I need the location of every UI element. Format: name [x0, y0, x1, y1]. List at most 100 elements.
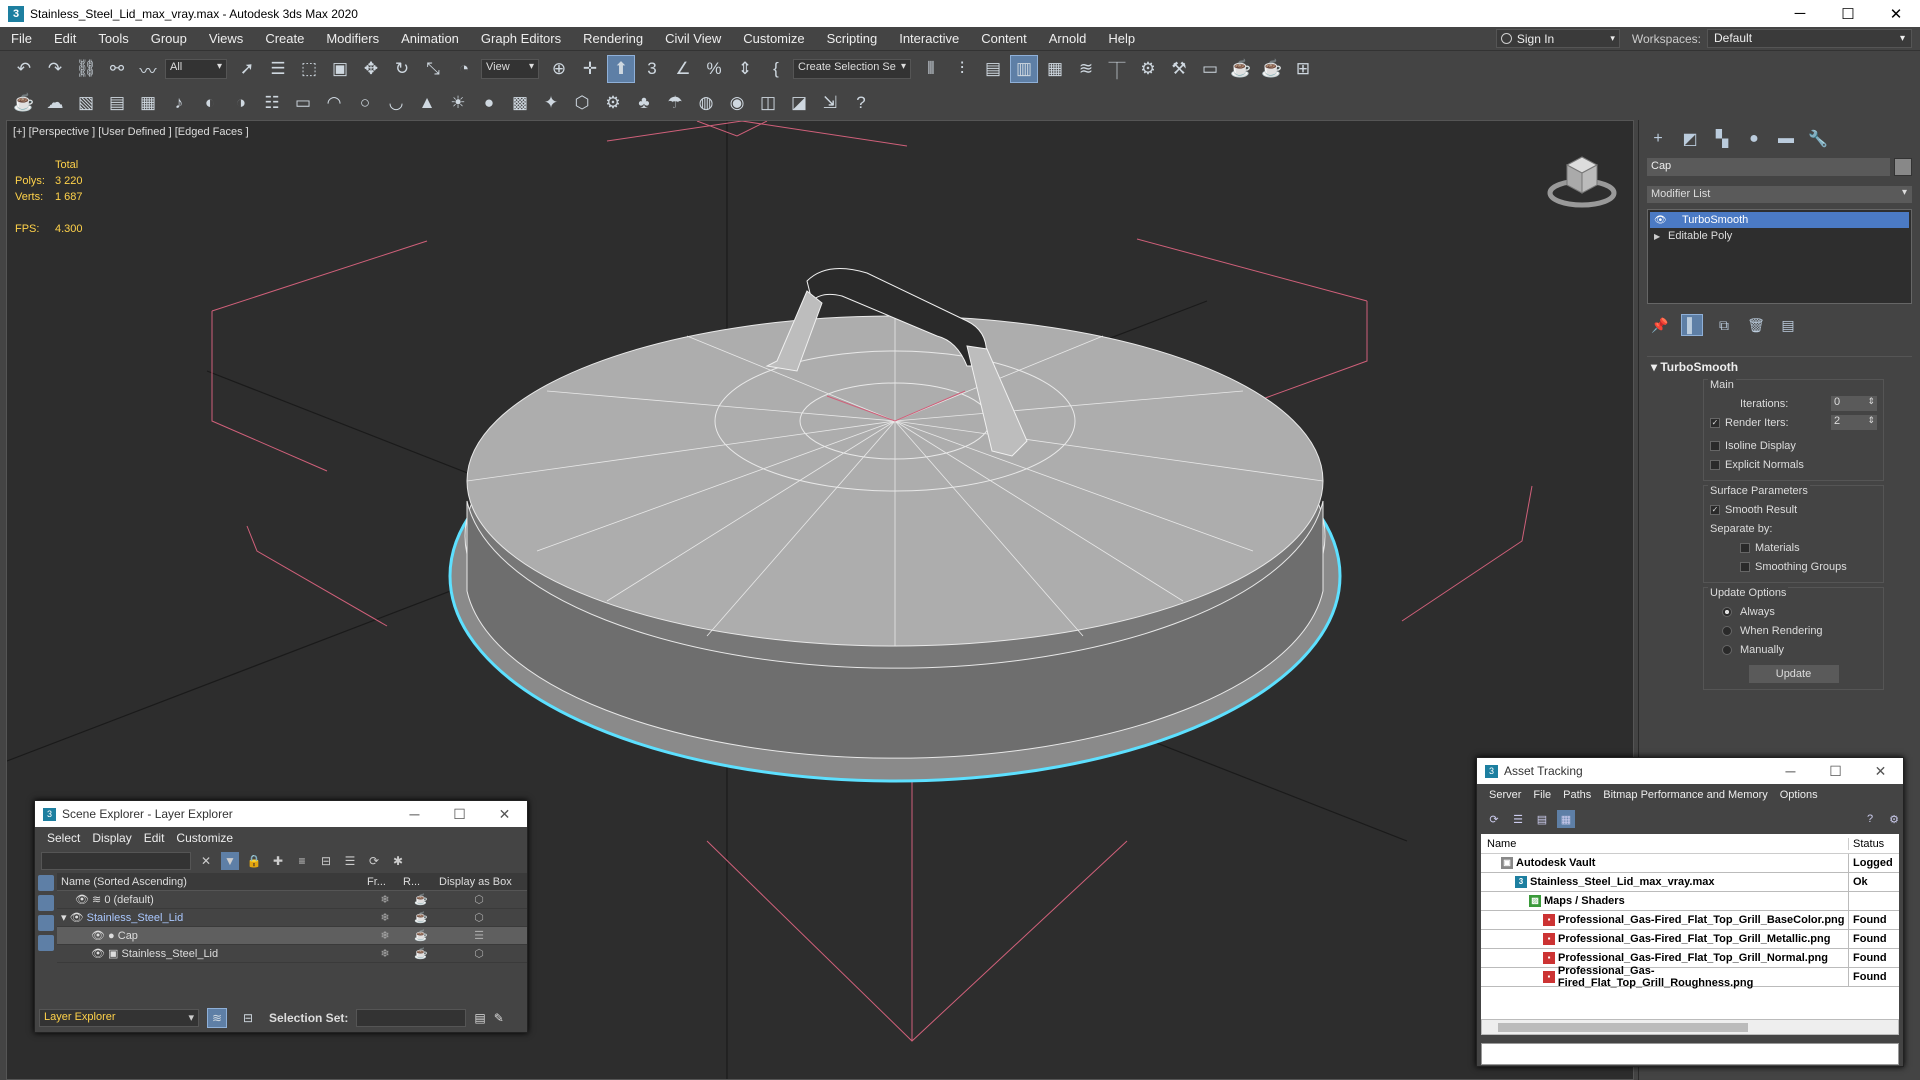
- menu-file[interactable]: File: [0, 27, 43, 51]
- freeze-icon[interactable]: ❄: [367, 911, 403, 924]
- rollout-title[interactable]: ▾ TurboSmooth: [1647, 357, 1912, 377]
- rect-selection-icon[interactable]: ⬚: [295, 55, 323, 83]
- grid-floor-icon[interactable]: ▩: [506, 89, 534, 117]
- when-rendering-radio[interactable]: [1722, 625, 1732, 636]
- motion-tab-icon[interactable]: ●: [1743, 128, 1765, 150]
- hierarchy-tab-icon[interactable]: ▚: [1711, 128, 1733, 150]
- bind-space-warp-icon[interactable]: 〰: [134, 55, 162, 83]
- unlink-icon[interactable]: ⚯: [103, 55, 131, 83]
- grass-icon[interactable]: ♣: [630, 89, 658, 117]
- render-settings-icon[interactable]: ☷: [258, 89, 286, 117]
- smooth-result-checkbox[interactable]: ✓: [1710, 504, 1720, 515]
- modifier-list-select[interactable]: Modifier List: [1647, 186, 1912, 203]
- angle-snap-icon[interactable]: ∠: [669, 55, 697, 83]
- spinner-snap-icon[interactable]: ⇕: [731, 55, 759, 83]
- sphere-light-icon[interactable]: ◑: [227, 89, 255, 117]
- teapot-icon[interactable]: ☕: [10, 89, 38, 117]
- se-menu-select[interactable]: Select: [47, 831, 80, 845]
- menu-scripting[interactable]: Scripting: [816, 27, 889, 51]
- viewport-layout-icon[interactable]: ⊞: [1289, 55, 1317, 83]
- edit-named-selection-icon[interactable]: {: [762, 55, 790, 83]
- column-name[interactable]: Name (Sorted Ascending): [57, 876, 367, 888]
- box-icon[interactable]: ☰: [439, 929, 519, 942]
- column-frozen[interactable]: Fr...: [367, 876, 403, 888]
- eye-icon[interactable]: 👁: [70, 911, 84, 924]
- scale-icon[interactable]: ⤡: [419, 55, 447, 83]
- hdr-icon[interactable]: ☂: [661, 89, 689, 117]
- render-iters-spinner[interactable]: 2: [1831, 415, 1877, 430]
- keyboard-shortcut-override-icon[interactable]: ⬆: [607, 55, 635, 83]
- pivot-icon[interactable]: ⊕: [545, 55, 573, 83]
- ribbon-icon[interactable]: ▦: [1041, 55, 1069, 83]
- named-selection-select[interactable]: Create Selection Se: [793, 59, 911, 79]
- menu-animation[interactable]: Animation: [390, 27, 470, 51]
- box-icon[interactable]: ⬡: [439, 911, 519, 924]
- place-icon[interactable]: ◔: [450, 55, 478, 83]
- display-cameras-icon[interactable]: [38, 935, 54, 951]
- lock-icon[interactable]: 🔒: [245, 852, 263, 870]
- detail-view-icon[interactable]: ▤: [1533, 810, 1551, 828]
- expand-icon[interactable]: ▶: [1654, 232, 1668, 241]
- freeze-icon[interactable]: ❄: [367, 929, 403, 942]
- box-icon[interactable]: ⬡: [439, 947, 519, 960]
- expand-icon[interactable]: ▾: [61, 911, 67, 924]
- eye-icon[interactable]: 👁: [91, 947, 105, 960]
- redo-icon[interactable]: ↷: [41, 55, 69, 83]
- pin-stack-icon[interactable]: 📌: [1649, 314, 1671, 336]
- table-row[interactable]: ▾ 👁 Stainless_Steel_Lid ❄ ☕ ⬡: [57, 909, 527, 927]
- sign-in-dropdown[interactable]: Sign In ▾: [1495, 29, 1620, 48]
- clear-search-icon[interactable]: ✕: [197, 852, 215, 870]
- table-row[interactable]: ▨ Maps / Shaders: [1481, 892, 1899, 911]
- close-icon[interactable]: ✕: [1858, 763, 1903, 780]
- new-layer-icon[interactable]: ✚: [269, 852, 287, 870]
- menu-edit[interactable]: Edit: [43, 27, 87, 51]
- minimize-icon[interactable]: ─: [1768, 763, 1813, 779]
- cone-icon[interactable]: ▲: [413, 89, 441, 117]
- remove-modifier-icon[interactable]: 🗑: [1745, 314, 1767, 336]
- configure-modifier-sets-icon[interactable]: ▤: [1777, 314, 1799, 336]
- refresh-icon[interactable]: ⟳: [1485, 810, 1503, 828]
- column-display-as-box[interactable]: Display as Box: [439, 876, 519, 888]
- table-row[interactable]: ▪ Professional_Gas-Fired_Flat_Top_Grill_B…: [1481, 911, 1899, 930]
- stack-item-turbosmooth[interactable]: 👁 TurboSmooth: [1650, 212, 1909, 228]
- gear-icon[interactable]: ⚙: [599, 89, 627, 117]
- show-end-result-icon[interactable]: ▌: [1681, 314, 1703, 336]
- schematic-view-icon[interactable]: ⏉: [1103, 55, 1131, 83]
- image-icon[interactable]: ▧: [72, 89, 100, 117]
- table-row[interactable]: 3 Stainless_Steel_Lid_max_vray.max Ok: [1481, 873, 1899, 892]
- maximize-icon[interactable]: ☐: [1824, 0, 1872, 27]
- viewport-label[interactable]: [+] [Perspective ] [User Defined ] [Edge…: [13, 126, 249, 138]
- ball-icon[interactable]: ●: [475, 89, 503, 117]
- menu-group[interactable]: Group: [140, 27, 198, 51]
- horizontal-scrollbar[interactable]: [1481, 1019, 1899, 1035]
- iterations-spinner[interactable]: 0: [1831, 396, 1877, 411]
- menu-rendering[interactable]: Rendering: [572, 27, 654, 51]
- explicit-normals-checkbox[interactable]: [1710, 459, 1720, 470]
- menu-interactive[interactable]: Interactive: [888, 27, 970, 51]
- align-icon[interactable]: ⫶: [948, 55, 976, 83]
- explorer-type-select[interactable]: Layer Explorer: [39, 1009, 199, 1027]
- dome-icon[interactable]: ◠: [320, 89, 348, 117]
- reference-coordinate-select[interactable]: View: [481, 59, 539, 79]
- layers-toggle-icon[interactable]: ≋: [207, 1008, 227, 1028]
- menu-customize[interactable]: Customize: [732, 27, 815, 51]
- maximize-icon[interactable]: ☐: [1813, 763, 1858, 780]
- table-row[interactable]: 👁 ≋ 0 (default) ❄ ☕ ⬡: [57, 891, 527, 909]
- render-icon[interactable]: ☕: [1227, 55, 1255, 83]
- window-crossing-icon[interactable]: ▣: [326, 55, 354, 83]
- render-teapot-icon[interactable]: ☕: [403, 893, 439, 906]
- sync-icon[interactable]: ⟳: [365, 852, 383, 870]
- display-tab-icon[interactable]: ▬: [1775, 128, 1797, 150]
- scrollbar-thumb[interactable]: [1498, 1023, 1748, 1032]
- selection-filter[interactable]: All: [165, 59, 227, 79]
- selection-set-select[interactable]: [356, 1009, 467, 1027]
- render-iterative-icon[interactable]: ☕: [1258, 55, 1286, 83]
- rotate-icon[interactable]: ↻: [388, 55, 416, 83]
- render-iters-checkbox[interactable]: ✓: [1710, 417, 1720, 428]
- select-manipulate-icon[interactable]: ✛: [576, 55, 604, 83]
- sun-icon[interactable]: ☀: [444, 89, 472, 117]
- select-by-name-icon[interactable]: ☰: [264, 55, 292, 83]
- layer-explorer-icon[interactable]: ▥: [1010, 55, 1038, 83]
- materials-checkbox[interactable]: [1740, 542, 1750, 553]
- table-view-icon[interactable]: ▦: [1557, 810, 1575, 828]
